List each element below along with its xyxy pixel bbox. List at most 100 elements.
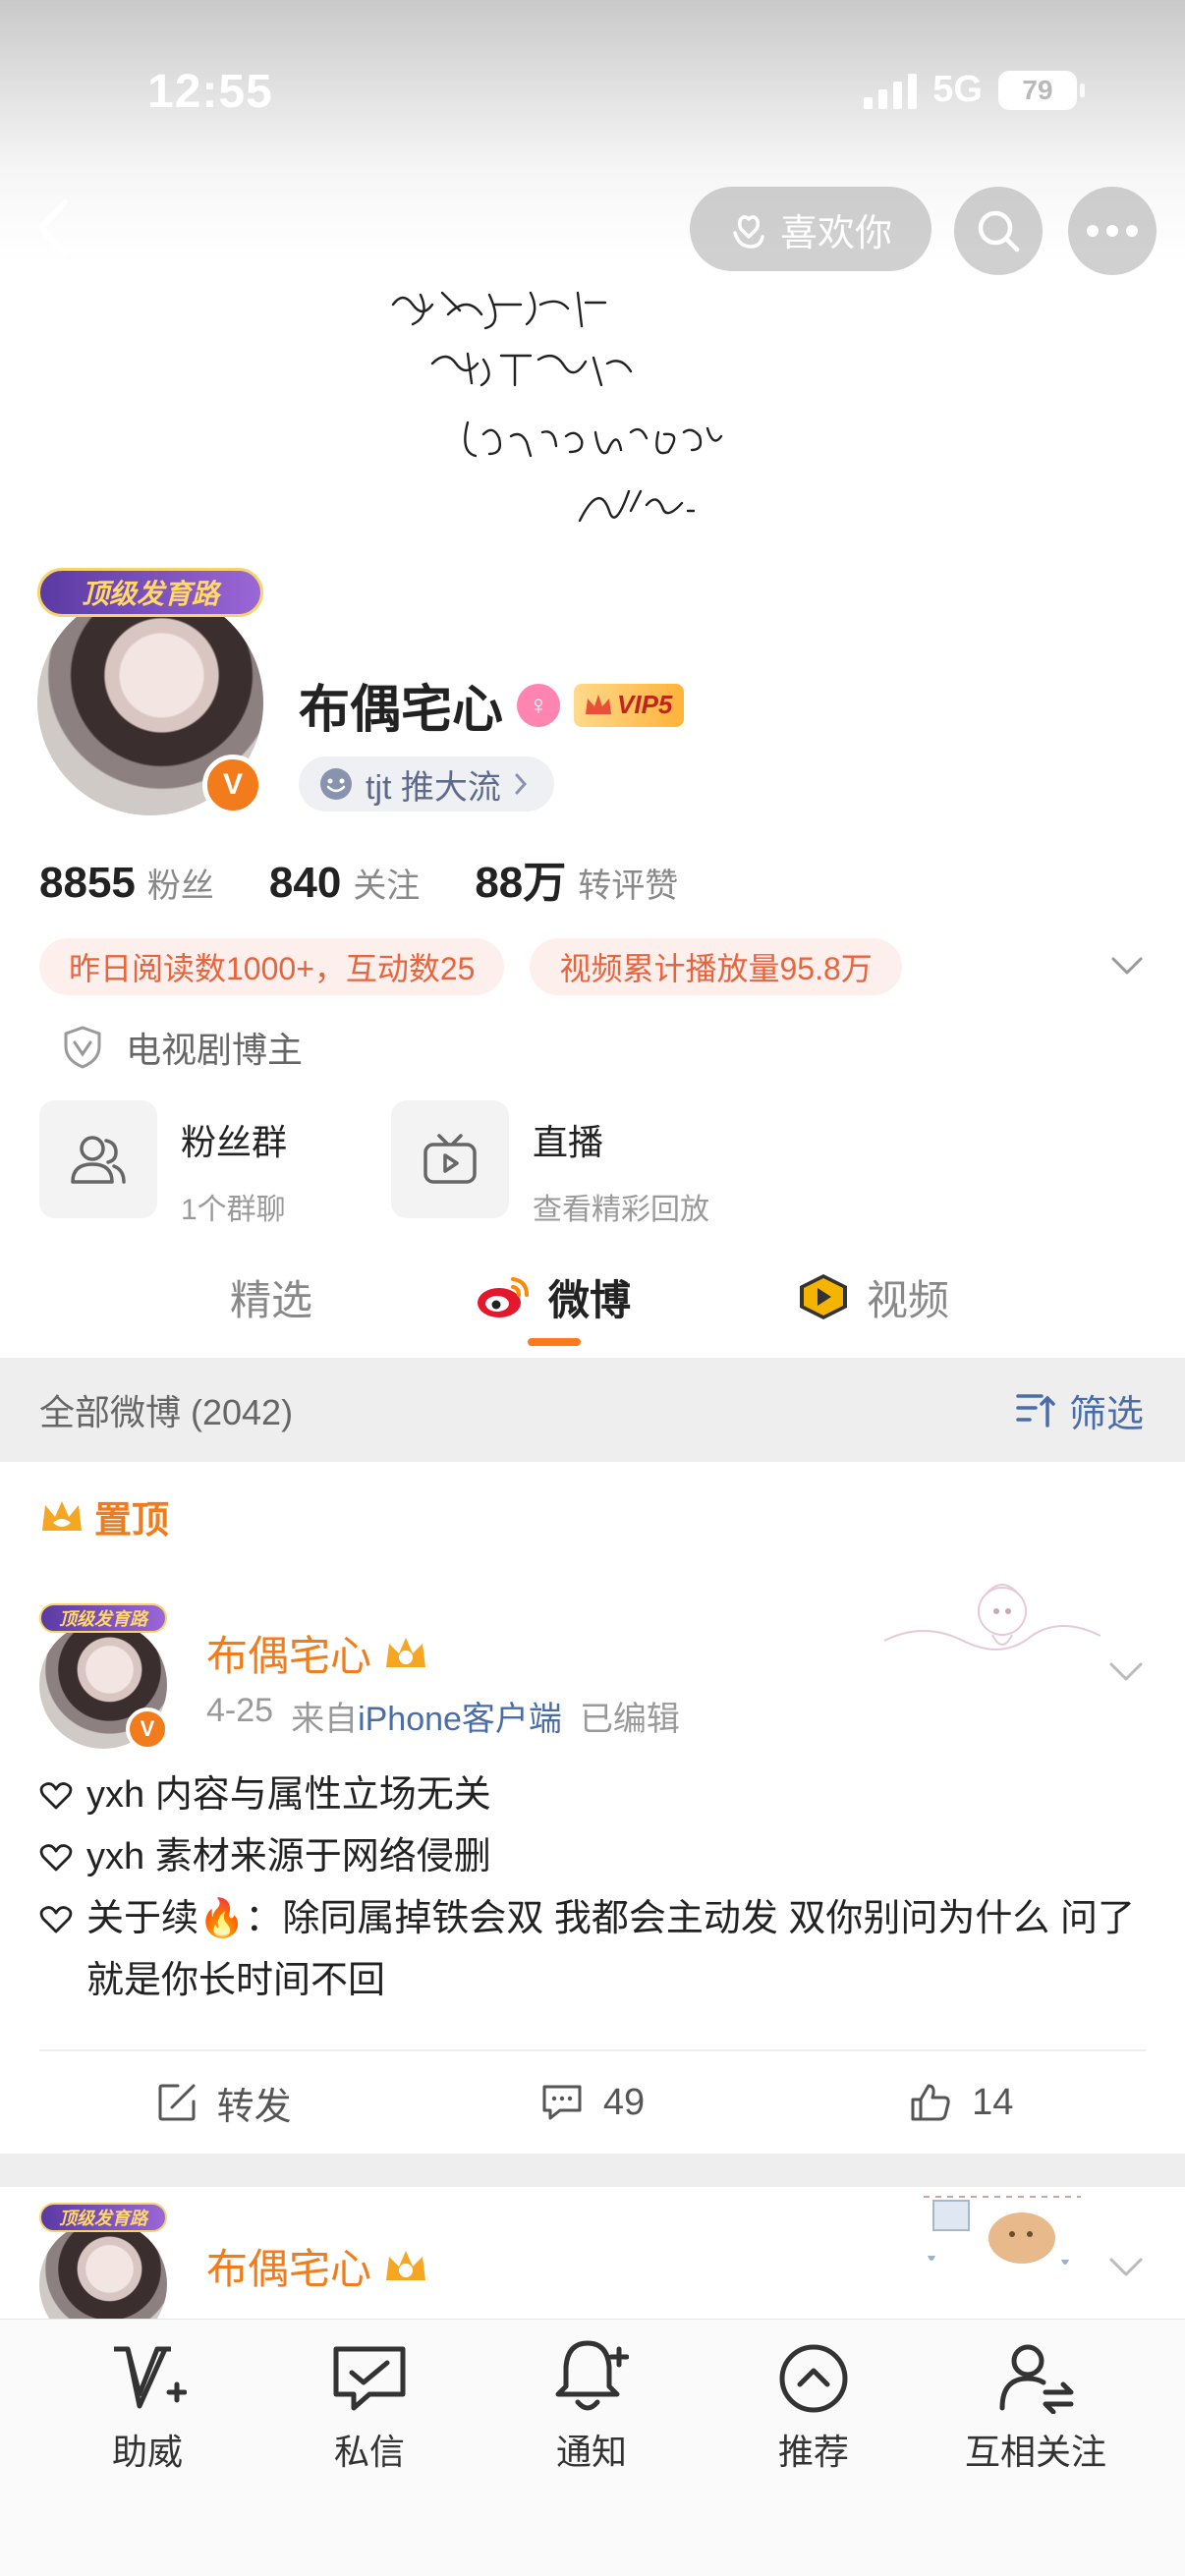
stat-interactions[interactable]: 88万 转评赞 [475, 847, 678, 910]
post-menu-chevron-icon[interactable] [1108, 1660, 1144, 1684]
stat-followers-label: 粉丝 [146, 868, 214, 905]
heart-outline-icon [39, 1781, 73, 1809]
filter-button[interactable]: 筛选 [1014, 1383, 1144, 1437]
heart-outline-icon [39, 1843, 73, 1871]
post-decoration-image [924, 2196, 1081, 2265]
up-circle-icon [779, 2344, 848, 2413]
like-count: 14 [972, 2081, 1014, 2123]
mutual-follow-label: 互相关注 [964, 2432, 1106, 2472]
post-edited-flag: 已编辑 [579, 1701, 680, 1738]
stat-following-value: 840 [268, 859, 342, 907]
post-source-prefix: 来自 [291, 1701, 359, 1738]
post-separator [0, 2154, 1185, 2187]
avatar-rank-label: 顶级发育路 [81, 579, 219, 609]
chip-daily-reads[interactable]: 昨日阅读数1000+，互动数25 [39, 938, 505, 995]
tab-weibo-label: 微博 [548, 1276, 632, 1323]
smile-face-icon [320, 768, 352, 800]
stat-following-label: 关注 [353, 868, 421, 905]
profile-avatar-container[interactable]: 顶级发育路 V [37, 568, 263, 815]
stat-followers[interactable]: 8855 粉丝 [39, 859, 214, 908]
female-gender-icon: ♀ [517, 683, 561, 727]
verified-v-icon: V [202, 755, 263, 815]
tab-video[interactable]: 视频 [796, 1258, 949, 1336]
post-author-name[interactable]: 布偶宅心 [206, 2236, 371, 2296]
post-meta: 4-25 来自iPhone客户端 已编辑 [206, 1692, 680, 1740]
notify-label: 通知 [555, 2432, 627, 2472]
filter-label: 筛选 [1068, 1393, 1144, 1435]
shield-v-icon [64, 1026, 101, 1069]
cheer-label: 助威 [111, 2432, 183, 2472]
video-logo-icon [800, 1274, 847, 1319]
back-arrow-icon[interactable] [33, 196, 73, 259]
like-you-button[interactable]: 喜欢你 [690, 187, 931, 271]
post-date: 4-25 [206, 1692, 274, 1729]
post-author-row: 布偶宅心 [206, 1623, 428, 1683]
status-time: 12:55 [147, 66, 273, 118]
mutual-follow-button[interactable]: 互相关注 [937, 2320, 1134, 2475]
chip-video-plays[interactable]: 视频累计播放量95.8万 [530, 938, 902, 995]
thumbs-up-icon [911, 2084, 950, 2121]
active-tab-indicator [528, 1338, 581, 1346]
recommend-label: 推荐 [777, 2432, 849, 2472]
stat-interactions-value: 88万 [475, 859, 567, 907]
live-subtitle: 查看精彩回放 [533, 1194, 709, 1226]
post-avatar-container[interactable]: 顶级发育路 [39, 2203, 167, 2319]
post-line: yxh 内容与属性立场无关 [39, 1764, 1150, 1826]
fan-group-title: 粉丝群 [181, 1122, 288, 1162]
post-avatar[interactable] [39, 2220, 167, 2319]
message-label: 私信 [333, 2432, 405, 2472]
post-line-text: 关于续🔥：除同属掉铁会双 我都会主动发 双你别问为什么 问了就是你长时间不回 [86, 1898, 1135, 2001]
cover-handwriting-image [391, 291, 723, 523]
search-button[interactable] [954, 187, 1043, 275]
weibo-logo-icon [478, 1277, 529, 1317]
fan-group-subtitle: 1个群聊 [181, 1194, 286, 1226]
tab-weibo[interactable]: 微博 [476, 1258, 631, 1336]
post-line: 关于续🔥：除同属掉铁会双 我都会主动发 双你别问为什么 问了就是你长时间不回 [39, 1888, 1150, 2012]
v-plus-icon [114, 2346, 187, 2409]
chevron-down-icon[interactable] [1110, 951, 1144, 980]
recommend-button[interactable]: 推荐 [715, 2320, 912, 2475]
notify-button[interactable]: 通知 [493, 2320, 690, 2475]
profile-tag-label: tjt 推大流 [366, 768, 501, 807]
bell-icon [555, 2340, 629, 2411]
profile-stats: 8855 粉丝 840 关注 88万 转评赞 [39, 847, 678, 910]
vip-badge[interactable]: VIP5 [574, 683, 685, 727]
search-icon [978, 210, 1020, 252]
comment-button[interactable]: 49 [408, 2051, 776, 2154]
like-button[interactable]: 14 [777, 2051, 1146, 2154]
membership-crown-icon [386, 2250, 426, 2280]
profile-name-row: 布偶宅心 ♀ VIP5 [299, 668, 685, 742]
tab-featured[interactable]: 精选 [230, 1258, 312, 1336]
verified-v-icon: V [126, 1708, 169, 1751]
post-author-name[interactable]: 布偶宅心 [206, 1623, 371, 1683]
mutual-follow-icon [999, 2344, 1074, 2414]
cheer-button[interactable]: 助威 [49, 2320, 246, 2475]
message-button[interactable]: 私信 [271, 2320, 468, 2475]
network-type: 5G [932, 69, 983, 110]
like-you-label: 喜欢你 [779, 212, 892, 254]
profile-chips: 昨日阅读数1000+，互动数25 视频累计播放量95.8万 [39, 938, 902, 995]
more-button[interactable] [1068, 187, 1157, 275]
feed-count-label: 全部微博 (2042) [39, 1392, 294, 1432]
post-action-bar: 转发 49 14 [39, 2049, 1146, 2154]
status-indicators: 5G 79 [864, 69, 1085, 111]
vip-label: VIP5 [617, 690, 673, 719]
comment-count: 49 [602, 2081, 646, 2123]
profile-tag-pill[interactable]: tjt 推大流 [299, 756, 554, 812]
profile-role-label: 电视剧博主 [126, 1030, 304, 1070]
filter-sort-icon [1016, 1394, 1055, 1428]
stat-following[interactable]: 840 关注 [269, 859, 420, 908]
profile-header: 12:55 5G 79 喜欢你 [0, 0, 1185, 550]
message-icon [333, 2346, 406, 2411]
pinned-label: 置顶 [94, 1500, 170, 1541]
post-menu-chevron-icon[interactable] [1108, 2256, 1144, 2279]
live-card[interactable]: 直播 查看精彩回放 [391, 1100, 709, 1228]
fan-group-card[interactable]: 粉丝群 1个群聊 [39, 1100, 287, 1228]
post-avatar-container[interactable]: 顶级发育路 V [39, 1603, 169, 1751]
repost-edit-icon [158, 2084, 196, 2121]
tv-play-icon [423, 1134, 477, 1184]
post-source[interactable]: iPhone客户端 [358, 1701, 562, 1738]
comment-icon [542, 2085, 582, 2120]
heart-outline-icon [39, 1905, 73, 1932]
repost-button[interactable]: 转发 [39, 2051, 408, 2154]
